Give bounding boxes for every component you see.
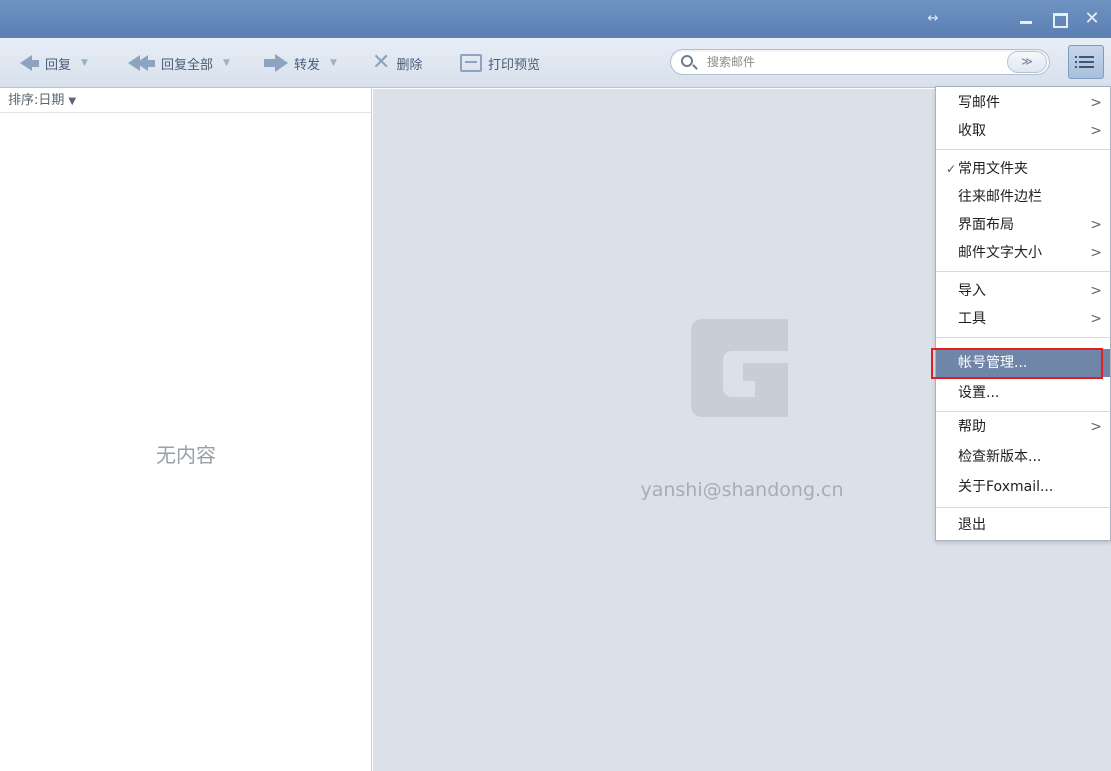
menu-item-label: 写邮件 xyxy=(958,95,1000,111)
menu-item-tools[interactable]: 工具 > xyxy=(936,305,1110,333)
toolbar: 回复 ▼ 回复全部 ▼ 转发 ▼ ✕ 删除 打印预览 ≫ xyxy=(0,38,1111,88)
forward-icon xyxy=(264,54,288,72)
main-menu-dropdown: 写邮件 > 收取 > ✓ 常用文件夹 往来邮件边栏 界面布局 > 邮件文字大小 … xyxy=(935,86,1111,541)
chevron-right-icon: > xyxy=(1090,95,1102,111)
menu-item-about[interactable]: 关于Foxmail... xyxy=(936,473,1110,501)
menu-item-label: 退出 xyxy=(958,517,986,533)
foxmail-logo-icon xyxy=(691,319,788,417)
chevron-right-icon: > xyxy=(1090,245,1102,261)
highlight-annotation-box xyxy=(931,348,1103,379)
menu-item-text-size[interactable]: 邮件文字大小 > xyxy=(936,239,1110,267)
reply-label: 回复 xyxy=(45,57,72,73)
foxmail-window: ↔ ✕ 回复 ▼ 回复全部 ▼ 转发 ▼ ✕ 删除 打印预览 搜索邮件 ≫ 排序… xyxy=(0,0,1111,771)
resize-icon[interactable]: ↔ xyxy=(922,8,944,30)
reply-dropdown-icon[interactable]: ▼ xyxy=(81,58,88,68)
print-preview-label: 打印预览 xyxy=(488,57,541,73)
delete-button[interactable]: ✕ 删除 xyxy=(372,50,422,76)
search-box: ≫ xyxy=(670,49,1050,75)
chevron-right-icon: > xyxy=(1090,217,1102,233)
sort-label: 排序:日期 xyxy=(8,93,65,108)
menu-item-check-update[interactable]: 检查新版本... xyxy=(936,443,1110,471)
menu-item-label: 邮件文字大小 xyxy=(958,245,1042,261)
delete-icon: ✕ xyxy=(372,50,391,75)
minimize-button[interactable] xyxy=(1014,8,1038,30)
forward-dropdown-icon[interactable]: ▼ xyxy=(330,58,337,68)
menu-item-import[interactable]: 导入 > xyxy=(936,277,1110,305)
menu-item-exit[interactable]: 退出 xyxy=(936,511,1110,539)
mail-list-pane: 排序:日期 ▼ 无内容 xyxy=(0,89,372,771)
close-button[interactable]: ✕ xyxy=(1080,8,1104,30)
forward-button[interactable]: 转发 ▼ xyxy=(264,50,337,76)
title-bar: ↔ ✕ xyxy=(0,0,1111,38)
menu-item-label: 收取 xyxy=(958,123,986,139)
menu-separator xyxy=(936,149,1110,150)
menu-item-help[interactable]: 帮助 > xyxy=(936,413,1110,441)
reply-all-button[interactable]: 回复全部 ▼ xyxy=(128,50,230,76)
reply-all-dropdown-icon[interactable]: ▼ xyxy=(223,58,230,68)
chevron-right-icon: > xyxy=(1090,419,1102,435)
menu-separator xyxy=(936,507,1110,508)
checkmark-icon: ✓ xyxy=(946,162,957,176)
search-options-button[interactable]: ≫ xyxy=(1007,51,1047,73)
maximize-button[interactable] xyxy=(1048,8,1070,30)
menu-item-receive[interactable]: 收取 > xyxy=(936,117,1110,145)
empty-list-text: 无内容 xyxy=(156,443,216,467)
reply-icon xyxy=(20,55,39,71)
sort-selector[interactable]: 排序:日期 ▼ xyxy=(0,89,371,113)
menu-separator xyxy=(936,271,1110,272)
menu-item-settings[interactable]: 设置... xyxy=(936,379,1110,407)
menu-item-compose[interactable]: 写邮件 > xyxy=(936,89,1110,117)
menu-item-label: 界面布局 xyxy=(958,217,1014,233)
menu-item-label: 关于Foxmail... xyxy=(958,479,1054,495)
chevron-right-icon: > xyxy=(1090,311,1102,327)
print-preview-button[interactable]: 打印预览 xyxy=(460,50,540,76)
chevron-down-icon: ▼ xyxy=(68,96,77,107)
menu-item-label: 导入 xyxy=(958,283,986,299)
delete-label: 删除 xyxy=(396,57,423,73)
reply-button[interactable]: 回复 ▼ xyxy=(20,50,88,76)
search-icon[interactable] xyxy=(681,55,693,67)
menu-item-label: 帮助 xyxy=(958,419,986,435)
menu-item-common-folders[interactable]: ✓ 常用文件夹 xyxy=(936,155,1110,183)
reply-all-icon xyxy=(128,55,155,71)
menu-item-label: 常用文件夹 xyxy=(958,161,1028,177)
chevron-right-icon: > xyxy=(1090,123,1102,139)
menu-separator xyxy=(936,411,1110,412)
chevron-right-icon: > xyxy=(1090,283,1102,299)
printer-icon xyxy=(460,54,482,72)
forward-label: 转发 xyxy=(294,57,321,73)
reply-all-label: 回复全部 xyxy=(161,57,214,73)
menu-item-label: 工具 xyxy=(958,311,986,327)
search-input[interactable] xyxy=(707,53,987,71)
menu-item-label: 往来邮件边栏 xyxy=(958,189,1042,205)
menu-item-layout[interactable]: 界面布局 > xyxy=(936,211,1110,239)
main-menu-button[interactable] xyxy=(1068,45,1104,79)
menu-separator xyxy=(936,337,1110,338)
menu-item-label: 检查新版本... xyxy=(958,449,1042,465)
menu-item-label: 设置... xyxy=(958,385,1000,401)
menu-item-contacts-sidebar[interactable]: 往来邮件边栏 xyxy=(936,183,1110,211)
